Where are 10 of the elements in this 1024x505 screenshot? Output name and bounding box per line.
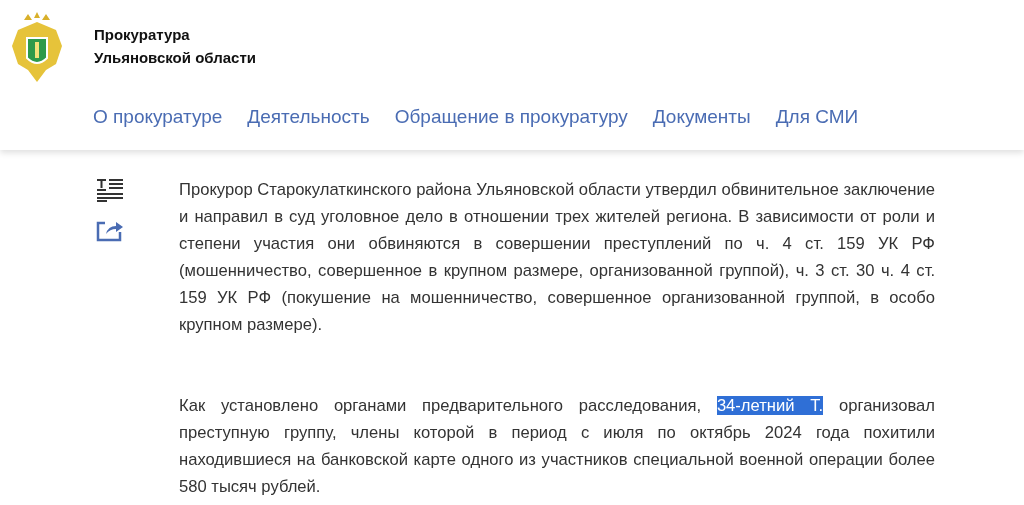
nav-link[interactable]: Для СМИ (775, 106, 859, 128)
article-paragraph: Прокурор Старокулаткинского района Ульяновской области утвердил обвинительное заключение и направил в суд уголовное дело в отношении трех жителей региона. В зависимости от роли и степени участия они обвиняются в совершении преступлений по ч. 4 ст. 159 УК РФ (мошенничество, совершенное в крупном размере, организованной группой), ч. 3 ст. 30 ч. 4 ст. 159 УК РФ (покушение на мошенничество, совершенное организованной группой, в особо крупном размере). (179, 179, 935, 336)
nav-link[interactable]: О прокуратуре (93, 106, 223, 128)
org-name: Ульяновской области (94, 49, 256, 66)
article-paragraph: Как установлено органами предварительного расследования, 34-летний Т. организовал преступную группу, члены которой в период с июля по октябрь 2024 года похитили находившиеся на банковской карте одного из участников специальной военной операции более 580 тысяч рублей. (179, 395, 935, 498)
nav-link[interactable]: Обращение в прокуратуру (394, 106, 628, 128)
nav-link[interactable]: Деятельность (247, 106, 370, 128)
org-name: Прокуратура (94, 26, 191, 43)
nav-link[interactable]: Документы (652, 106, 751, 128)
text-view-icon[interactable] (96, 178, 124, 202)
